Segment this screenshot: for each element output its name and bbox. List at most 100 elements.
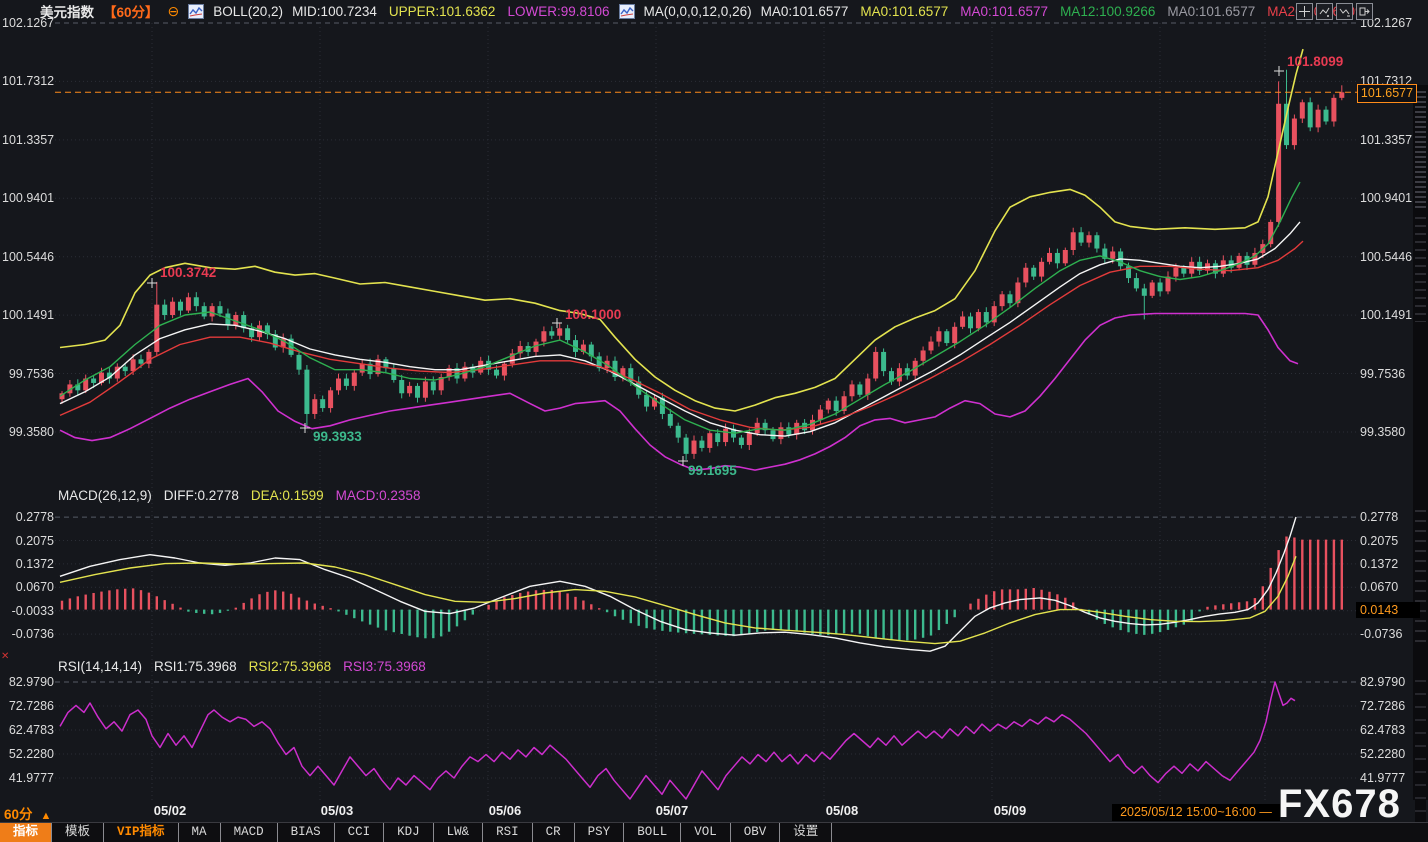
macd-axis-label: 0.2778: [2, 509, 54, 525]
macd-panel-header: MACD(26,12,9) DIFF:0.2778 DEA:0.1599 MACD:…: [58, 488, 420, 503]
rsi-axis-label: 52.2280: [2, 746, 54, 762]
rsi-axis-label: 82.9790: [1360, 674, 1418, 690]
indicator-value: DEA:0.1599: [251, 488, 324, 503]
chart-canvas[interactable]: 100.374299.3933100.100099.1695101.8099: [0, 0, 1428, 842]
ma-values: MA0:101.6577 MA0:101.6577 MA0:101.6577 MA12…: [761, 4, 1363, 19]
indicator-tabbar: 指标模板VIP指标MAMACDBIASCCIKDJLW&RSICRPSYBOLL…: [0, 822, 1428, 842]
date-label: 05/06: [489, 803, 522, 818]
current-bar-time-tag: 2025/05/12 15:00~16:00 —: [1112, 804, 1280, 821]
indicator-value: MA0:101.6577: [1167, 4, 1255, 19]
tab-lw&[interactable]: LW&: [434, 823, 484, 842]
export-chart-icon[interactable]: [1356, 3, 1373, 20]
tab-indicators[interactable]: 指标: [0, 823, 52, 842]
price-axis-label: 101.7312: [2, 73, 54, 89]
trading-chart-app: 100.374299.3933100.100099.1695101.8099 美…: [0, 0, 1428, 842]
tab-vol[interactable]: VOL: [681, 823, 731, 842]
rsi-axis-label: 72.7286: [2, 698, 54, 714]
price-axis-label: 100.9401: [1360, 190, 1418, 206]
zoom-out-chart-icon[interactable]: [1336, 3, 1353, 20]
tab-ma[interactable]: MA: [179, 823, 221, 842]
price-axis-label: 100.1491: [1360, 307, 1418, 323]
chart-toolbar: [1296, 3, 1373, 20]
price-annotation: 99.3933: [313, 429, 362, 444]
tab-obv[interactable]: OBV: [731, 823, 781, 842]
price-axis-label: 99.7536: [2, 366, 54, 382]
indicator-value: RSI3:75.3968: [343, 659, 426, 674]
period-arrow-icon: ▲: [41, 810, 52, 822]
macd-axis-label: 0.2075: [1360, 533, 1418, 549]
price-axis-label: 100.9401: [2, 190, 54, 206]
current-price-tag: 101.6577: [1357, 84, 1417, 103]
date-label: 05/07: [656, 803, 689, 818]
boll-values: MID:100.7234 UPPER:101.6362 LOWER:99.8106: [292, 4, 609, 19]
date-label: 05/03: [321, 803, 354, 818]
tab-macd[interactable]: MACD: [221, 823, 278, 842]
indicator-value: MACD:0.2358: [336, 488, 421, 503]
boll-indicator-icon[interactable]: [188, 4, 204, 19]
boll-label: BOLL(20,2): [213, 4, 283, 19]
price-axis-label: 101.3357: [1360, 132, 1418, 148]
indicator-value: UPPER:101.6362: [389, 4, 496, 19]
macd-values: DIFF:0.2778 DEA:0.1599 MACD:0.2358: [164, 488, 421, 503]
rsi-title[interactable]: RSI(14,14,14): [58, 659, 142, 674]
tab-cci[interactable]: CCI: [335, 823, 385, 842]
timeframe-label[interactable]: 【60分】: [103, 1, 159, 21]
macd-axis-label: 0.1372: [2, 556, 54, 572]
indicator-value: MID:100.7234: [292, 4, 377, 19]
rsi-axis-label: 72.7286: [1360, 698, 1418, 714]
price-axis-label: 99.3580: [2, 424, 54, 440]
macd-axis-label: 0.2778: [1360, 509, 1418, 525]
macd-axis-label: -0.0736: [1360, 626, 1418, 642]
indicator-value: RSI2:75.3968: [249, 659, 332, 674]
date-label: 05/09: [994, 803, 1027, 818]
crosshair-icon[interactable]: [1296, 3, 1313, 20]
rsi-panel-header: RSI(14,14,14) RSI1:75.3968RSI2:75.3968RS…: [58, 659, 426, 674]
rsi-values: RSI1:75.3968 RSI2:75.3968 RSI3:75.3968: [154, 659, 426, 674]
price-annotation: 100.3742: [160, 265, 216, 280]
zoom-in-chart-icon[interactable]: [1316, 3, 1333, 20]
indicator-value: MA0:101.6577: [761, 4, 849, 19]
macd-axis-label: 0.0670: [2, 579, 54, 595]
collapse-icon[interactable]: ⊖: [168, 3, 180, 20]
rsi-axis-label: 62.4783: [2, 722, 54, 738]
tab-kdj[interactable]: KDJ: [384, 823, 434, 842]
tab-boll[interactable]: BOLL: [624, 823, 681, 842]
price-axis-label: 99.3580: [1360, 424, 1418, 440]
macd-axis-label: 0.1372: [1360, 556, 1418, 572]
ma-indicator-icon[interactable]: [619, 4, 635, 19]
macd-title[interactable]: MACD(26,12,9): [58, 488, 152, 503]
macd-axis-label: 0.0670: [1360, 579, 1418, 595]
tab-bias[interactable]: BIAS: [278, 823, 335, 842]
ma-label: MA(0,0,0,12,0,26): [644, 4, 752, 19]
rsi-axis-label: 82.9790: [2, 674, 54, 690]
rsi-axis-label: 41.9777: [2, 770, 54, 786]
tab-设置[interactable]: 设置: [780, 823, 832, 842]
indicator-value: LOWER:99.8106: [507, 4, 609, 19]
period-label[interactable]: 60分▲: [4, 803, 51, 823]
price-axis-label: 101.3357: [2, 132, 54, 148]
rsi-axis-label: 62.4783: [1360, 722, 1418, 738]
tab-rsi[interactable]: RSI: [483, 823, 533, 842]
rsi-axis-label: 52.2280: [1360, 746, 1418, 762]
date-label: 05/02: [154, 803, 187, 818]
indicator-value: DIFF:0.2778: [164, 488, 239, 503]
indicator-value: MA0:101.6577: [960, 4, 1048, 19]
price-axis-label: 100.1491: [2, 307, 54, 323]
tab-vip[interactable]: VIP指标: [104, 823, 179, 842]
watermark: FX678: [1278, 782, 1401, 827]
panel-marker-icon[interactable]: ✕: [1, 651, 9, 662]
tab-cr[interactable]: CR: [533, 823, 575, 842]
price-axis-label: 100.5446: [2, 249, 54, 265]
indicator-value: MA0:101.6577: [860, 4, 948, 19]
indicator-value: MA12:100.9266: [1060, 4, 1155, 19]
price-axis-label: 99.7536: [1360, 366, 1418, 382]
tab-psy[interactable]: PSY: [575, 823, 625, 842]
tab-模板[interactable]: 模板: [52, 823, 104, 842]
symbol-title: 美元指数: [40, 1, 94, 21]
macd-axis-label: 0.2075: [2, 533, 54, 549]
macd-axis-label: -0.0736: [2, 626, 54, 642]
indicator-value: RSI1:75.3968: [154, 659, 237, 674]
macd-axis-label: -0.0033: [2, 603, 54, 619]
current-macd-tag: 0.0143: [1356, 602, 1420, 618]
price-axis-label: 100.5446: [1360, 249, 1418, 265]
